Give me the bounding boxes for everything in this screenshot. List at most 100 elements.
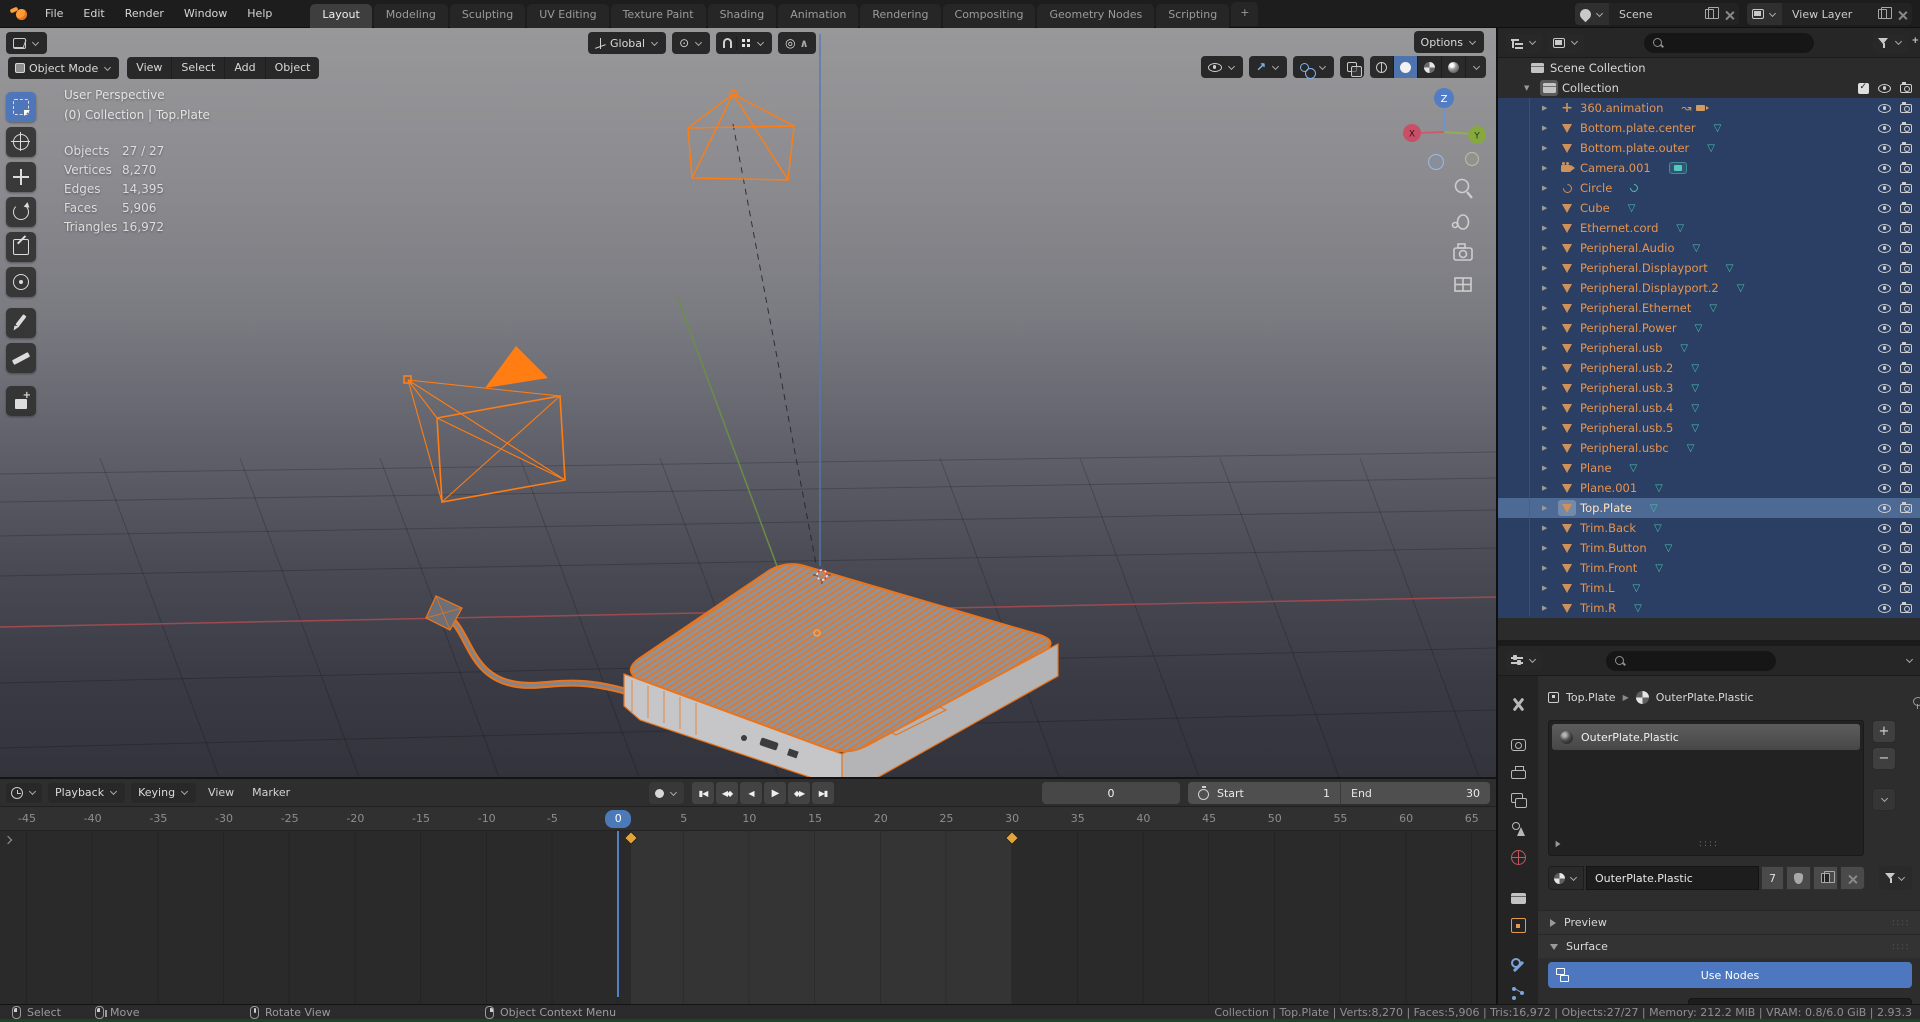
object-name[interactable]: Peripheral.usb.3 [1580,381,1673,395]
surface-panel-header[interactable]: Surface :::: [1538,934,1920,958]
camera-toggle[interactable] [1900,162,1912,173]
outliner-row[interactable]: ▶ Trim.Back [1498,518,1920,538]
outliner-row[interactable]: ▶ Ethernet.cord [1498,218,1920,238]
tool-scale-button[interactable] [6,232,36,262]
object-name[interactable]: Plane [1580,461,1612,475]
jump-to-end-button[interactable]: ▶▮ [812,782,834,804]
add-workspace-button[interactable]: + [1231,1,1259,26]
properties-tab-output[interactable] [1502,762,1534,782]
expand-arrow[interactable]: ▶ [1542,464,1558,472]
object-name[interactable]: Peripheral.usb.2 [1580,361,1673,375]
object-name[interactable]: Circle [1580,181,1612,195]
tool-measure-button[interactable] [6,343,36,373]
object-name[interactable]: Peripheral.Displayport.2 [1580,281,1719,295]
properties-editor-selector[interactable] [1506,650,1542,671]
outliner-row[interactable]: ▼ Collection [1498,78,1920,98]
camera-toggle[interactable] [1900,302,1912,313]
workspace-tab[interactable]: Modeling [373,3,448,28]
eye-toggle[interactable] [1878,543,1891,553]
display-mode-dropdown[interactable] [1548,32,1584,53]
menu-item[interactable]: File [35,0,73,28]
outliner-row[interactable]: ▶ Trim.L [1498,578,1920,598]
outliner-row[interactable]: ▶ Peripheral.Audio [1498,238,1920,258]
expand-arrow[interactable]: ▶ [1542,104,1558,112]
gizmo-neg-axis[interactable] [1427,153,1445,171]
object-name[interactable]: Bottom.plate.outer [1580,141,1689,155]
eye-toggle[interactable] [1878,563,1891,573]
eye-toggle[interactable] [1878,503,1891,513]
eye-toggle[interactable] [1878,383,1891,393]
camera-toggle[interactable] [1900,122,1912,133]
new-scene-button[interactable] [1699,3,1719,25]
eye-toggle[interactable] [1878,443,1891,453]
add-slot-button[interactable]: + [1872,720,1896,743]
cord-object[interactable] [425,595,632,696]
expand-arrow[interactable]: ▶ [1542,344,1558,352]
outliner-row[interactable]: ▶ Plane [1498,458,1920,478]
viewport-menu-item[interactable]: View [127,57,173,79]
viewport-3d[interactable]: X Y Z Global ⊙ ◎ ∧ Options Object Mode V… [0,28,1496,777]
timeline-view-menu[interactable]: View [202,786,240,799]
material-name-field[interactable]: OuterPlate.Plastic [1586,866,1759,890]
material-browse-dropdown[interactable] [1548,866,1584,890]
camera-object[interactable] [403,346,566,503]
timeline-marker-menu[interactable]: Marker [246,786,296,799]
object-name[interactable]: Peripheral.Displayport [1580,261,1708,275]
viewport-menu-item[interactable]: Object [266,57,320,79]
outliner-row[interactable]: ▶ Top.Plate [1498,498,1920,518]
eye-toggle[interactable] [1878,243,1891,253]
tool-transform-button[interactable] [6,267,36,297]
view-layer-selector[interactable]: View Layer [1747,3,1912,25]
slot-specials-dropdown[interactable] [1872,788,1896,811]
outliner-row[interactable]: ▶ Peripheral.usb [1498,338,1920,358]
eye-toggle[interactable] [1878,223,1891,233]
shading-material-button[interactable] [1418,56,1442,78]
expand-arrow[interactable]: ▶ [1542,504,1558,512]
timeline-editor-selector[interactable] [6,782,42,803]
object-name[interactable]: Trim.L [1580,581,1615,595]
scene-name[interactable]: Scene [1609,8,1699,21]
tool-cursor-button[interactable] [6,127,36,157]
eye-toggle[interactable] [1878,163,1891,173]
camera-toggle[interactable] [1900,262,1912,273]
tool-rotate-button[interactable] [6,197,36,227]
object-name[interactable]: Trim.R [1580,601,1616,615]
expand-arrow[interactable]: ▶ [1542,404,1558,412]
expand-arrow[interactable]: ▶ [1542,264,1558,272]
outliner-row[interactable]: ▶ Trim.R [1498,598,1920,618]
eye-toggle[interactable] [1878,323,1891,333]
workspace-tab[interactable]: Sculpting [449,3,526,28]
expand-arrow[interactable]: ▶ [1542,284,1558,292]
expand-arrow[interactable]: ▼ [1524,84,1540,92]
eye-toggle[interactable] [1878,603,1891,613]
snapping-controls[interactable] [716,32,773,54]
light-object[interactable] [687,89,795,181]
navigation-gizmo[interactable]: X Y Z [1403,88,1486,171]
camera-toggle[interactable] [1900,382,1912,393]
outliner-row[interactable]: ▶ Peripheral.usbc [1498,438,1920,458]
workspace-tab[interactable]: Scripting [1156,3,1230,28]
zoom-tool-icon[interactable] [1454,178,1473,199]
current-frame-field[interactable]: 0 [1042,782,1180,804]
pivot-point-dropdown[interactable]: ⊙ [672,32,711,54]
checkbox-toggle[interactable] [1858,82,1869,94]
object-name[interactable]: Trim.Back [1580,521,1636,535]
outliner-row[interactable]: ▶ Peripheral.usb.5 [1498,418,1920,438]
editor-type-selector[interactable] [6,32,47,54]
outliner-row[interactable]: ▶ Camera.001 [1498,158,1920,178]
preview-panel-header[interactable]: Preview :::: [1538,910,1920,934]
camera-toggle[interactable] [1900,522,1912,533]
camera-toggle[interactable] [1900,102,1912,113]
workspace-tab[interactable]: Compositing [942,3,1036,28]
material-slot-list[interactable]: OuterPlate.Plastic :::: [1548,720,1864,856]
playhead-label[interactable]: 0 [605,810,632,828]
properties-tab-tool[interactable] [1502,694,1534,714]
material-specials-dropdown[interactable] [1879,866,1912,890]
resize-grip[interactable]: :::: [1561,839,1857,849]
object-name[interactable]: Peripheral.Ethernet [1580,301,1691,315]
camera-toggle[interactable] [1900,582,1912,593]
object-name[interactable]: 360.animation [1580,101,1663,115]
eye-toggle[interactable] [1878,363,1891,373]
object-name[interactable]: Trim.Front [1580,561,1637,575]
outliner-row[interactable]: ▶ Peripheral.Ethernet [1498,298,1920,318]
